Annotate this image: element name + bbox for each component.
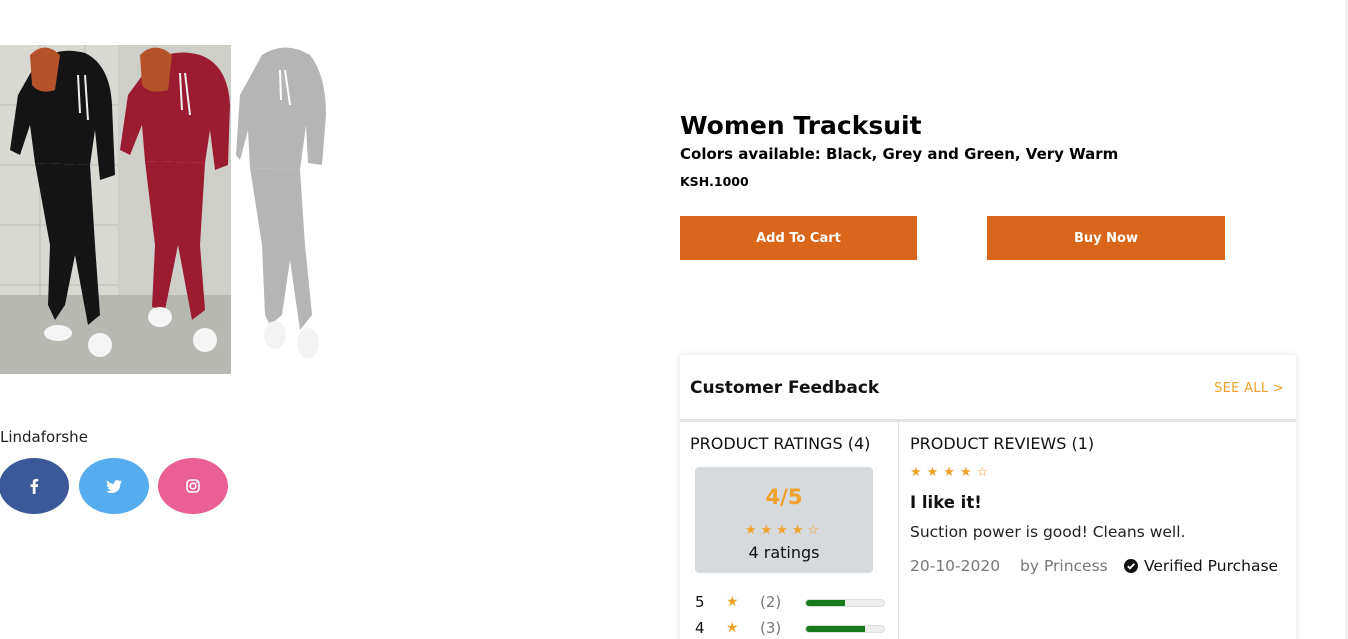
feedback-title: Customer Feedback — [690, 378, 880, 398]
instagram-button[interactable] — [158, 458, 228, 514]
rating-score: 4/5 — [765, 485, 803, 509]
review-body: Suction power is good! Cleans well. — [910, 523, 1186, 541]
rating-count: 4 ratings — [748, 543, 820, 562]
distribution-bar-fill — [806, 626, 865, 632]
distribution-bar-fill — [806, 600, 845, 606]
product-reviews-heading: PRODUCT REVIEWS (1) — [910, 434, 1095, 453]
column-divider — [898, 422, 899, 639]
facebook-icon — [30, 478, 39, 494]
review-date: 20-10-2020 — [910, 557, 1001, 575]
product-image[interactable] — [0, 45, 326, 374]
customer-feedback-card: Customer Feedback SEE ALL > PRODUCT RATI… — [680, 355, 1296, 639]
product-title: Women Tracksuit — [680, 111, 922, 140]
product-ratings-heading: PRODUCT RATINGS (4) — [690, 434, 871, 453]
product-price: KSH.1000 — [680, 174, 749, 189]
star-icon: ★ — [726, 594, 739, 610]
verified-purchase: Verified Purchase — [1124, 557, 1278, 575]
rating-stars: ★★★★☆ — [744, 523, 824, 538]
twitter-icon — [106, 479, 122, 493]
see-all-link[interactable]: SEE ALL > — [1214, 381, 1284, 396]
check-circle-icon — [1124, 559, 1138, 573]
buy-now-button[interactable]: Buy Now — [987, 216, 1225, 260]
seller-name: Lindaforshe — [0, 428, 88, 446]
facebook-button[interactable] — [0, 458, 69, 514]
verified-label: Verified Purchase — [1144, 557, 1279, 575]
feedback-header: Customer Feedback SEE ALL > — [680, 355, 1296, 422]
product-description: Colors available: Black, Grey and Green,… — [680, 145, 1119, 163]
distribution-stars: 5 — [695, 593, 705, 611]
distribution-bar — [805, 625, 885, 633]
instagram-icon — [186, 479, 200, 493]
add-to-cart-button[interactable]: Add To Cart — [680, 216, 917, 260]
review-stars: ★★★★☆ — [910, 465, 994, 480]
rating-distribution-row: 5 ★ (2) — [695, 593, 895, 615]
rating-distribution-row: 4 ★ (3) — [695, 619, 895, 639]
distribution-bar — [805, 599, 885, 607]
review-author: by Princess — [1020, 557, 1108, 575]
star-icon: ★ — [726, 620, 739, 636]
distribution-count: (3) — [760, 619, 782, 637]
rating-summary: 4/5 ★★★★☆ 4 ratings — [695, 467, 873, 573]
product-page: Lindaforshe Women Tracksuit Colors avail… — [0, 0, 1348, 639]
distribution-stars: 4 — [695, 619, 705, 637]
review-title: I like it! — [910, 493, 982, 512]
distribution-count: (2) — [760, 593, 782, 611]
twitter-button[interactable] — [79, 458, 149, 514]
